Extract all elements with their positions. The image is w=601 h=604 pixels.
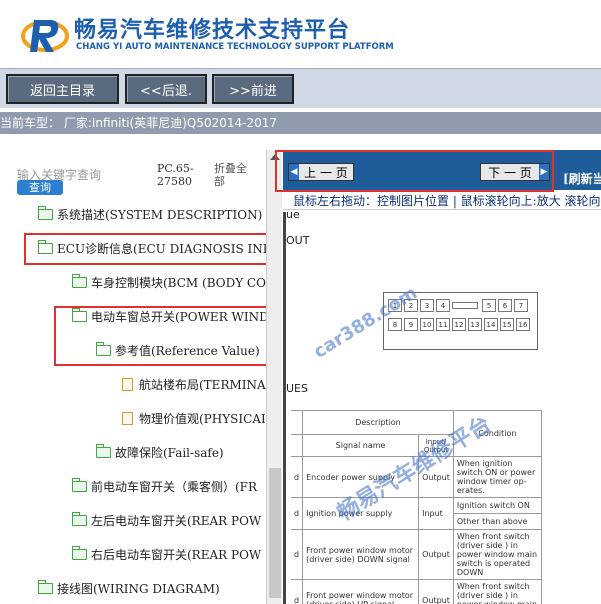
pc-code: PC.65-27580 bbox=[157, 162, 194, 188]
search-button[interactable]: 查询 bbox=[17, 180, 63, 195]
tree-item-system-description[interactable]: 系统描述(SYSTEM DESCRIPTION) bbox=[37, 204, 263, 224]
reference-value-table: Description Condition Signal name Input/… bbox=[291, 410, 542, 604]
connector-pin: 14 bbox=[484, 318, 498, 331]
table-row: d Front power window motor (driver side)… bbox=[291, 529, 542, 580]
back-button[interactable]: <<后退. bbox=[125, 74, 207, 104]
tree-item-terminal-layout[interactable]: 航站楼布局(TERMINA bbox=[122, 374, 266, 394]
site-subtitle: CHANG YI AUTO MAINTENANCE TECHNOLOGY SUP… bbox=[76, 42, 394, 52]
connector-pin: 9 bbox=[404, 318, 418, 331]
connector-pin: 10 bbox=[420, 318, 434, 331]
connector-pin: 3 bbox=[420, 299, 434, 312]
connector-pin: 6 bbox=[498, 299, 512, 312]
folder-icon bbox=[37, 579, 53, 594]
nav-bar: 返回主目录 <<后退. >>前进 bbox=[0, 68, 601, 108]
doc-fragment-out: OUT bbox=[286, 234, 310, 247]
connector-pin: 7 bbox=[514, 299, 528, 312]
tree-item-label: 接线图(WIRING DIAGRAM) bbox=[57, 581, 220, 596]
connector-pin: 16 bbox=[516, 318, 530, 331]
highlight-page-buttons bbox=[275, 150, 554, 192]
brand-logo-icon bbox=[21, 20, 69, 52]
folder-icon bbox=[71, 511, 87, 526]
tree-item-label: 右后电动车窗开关(REAR POW bbox=[91, 547, 262, 562]
tree-panel: 输入关键字查询 查询 PC.65-27580 折叠全部 系统描述(SYSTEM … bbox=[0, 150, 266, 604]
tree-item-label: 系统描述(SYSTEM DESCRIPTION) bbox=[57, 207, 263, 222]
highlight-ecu-diagnosis bbox=[24, 233, 268, 265]
tree-item-wiring-diagram[interactable]: 接线图(WIRING DIAGRAM) bbox=[37, 578, 220, 598]
document-icon bbox=[122, 377, 133, 391]
folder-icon bbox=[71, 477, 87, 492]
forward-button[interactable]: >>前进 bbox=[212, 74, 294, 104]
table-row: d Front power window motor (driver side)… bbox=[291, 579, 542, 604]
connector-pin: 8 bbox=[388, 318, 402, 331]
tree-item-label: 物理价值观(PHYSICAI bbox=[139, 411, 266, 426]
app-root: 畅易汽车维修技术支持平台 CHANG YI AUTO MAINTENANCE T… bbox=[0, 0, 601, 604]
tree-item-rear-right-switch[interactable]: 右后电动车窗开关(REAR POW bbox=[71, 544, 262, 564]
collapse-all-button[interactable]: 折叠全部 bbox=[214, 162, 254, 188]
connector-pin: 12 bbox=[452, 318, 466, 331]
tree-item-label: 故障保险(Fail-safe) bbox=[115, 445, 224, 460]
connector-pin: 4 bbox=[436, 299, 450, 312]
home-button[interactable]: 返回主目录 bbox=[6, 74, 119, 104]
document-viewer: ◀ 上 一 页 下 一 页 ▶ [刷新当 鼠标左右拖动：控制图片位置 | 鼠标滚… bbox=[283, 150, 601, 604]
connector-pin: 13 bbox=[468, 318, 482, 331]
tree-item-label: 航站楼布局(TERMINA bbox=[139, 377, 266, 392]
connector-pin: 11 bbox=[436, 318, 450, 331]
current-car-label: 当前车型： 厂家:Infiniti(英菲尼迪)Q502014-2017 bbox=[0, 112, 601, 134]
viewer-hint: 鼠标左右拖动：控制图片位置 | 鼠标滚轮向上:放大 滚轮向 bbox=[283, 192, 601, 210]
site-title: 畅易汽车维修技术支持平台 bbox=[74, 18, 351, 43]
site-header: 畅易汽车维修技术支持平台 CHANG YI AUTO MAINTENANCE T… bbox=[0, 0, 601, 68]
connector-key bbox=[452, 302, 478, 309]
connector-pin: 15 bbox=[500, 318, 514, 331]
tree-item-label: 前电动车窗开关（乘客侧）(FR bbox=[91, 479, 258, 494]
table-header-description: Description bbox=[302, 410, 454, 435]
table-row: d Ignition power supply Input Ignition s… bbox=[291, 497, 542, 530]
folder-icon bbox=[71, 545, 87, 560]
doc-fragment-ues: UES bbox=[286, 382, 308, 395]
folder-icon bbox=[37, 205, 53, 220]
tree-item-fail-safe[interactable]: 故障保险(Fail-safe) bbox=[95, 442, 224, 462]
folder-icon bbox=[95, 443, 111, 458]
tree-item-label: 车身控制模块(BCM (BODY CO bbox=[91, 275, 266, 290]
scrollbar-thumb[interactable] bbox=[269, 468, 281, 598]
tree-item-label: 左后电动车窗开关(REAR POW bbox=[91, 513, 262, 528]
tree-item-physical-values[interactable]: 物理价值观(PHYSICAI bbox=[122, 408, 266, 428]
doc-fragment-ue: ue bbox=[286, 208, 300, 221]
document-page-image[interactable]: ue OUT 1 2 3 4 5 6 7 8 9 10 11 12 13 14 … bbox=[283, 208, 601, 604]
refresh-link[interactable]: [刷新当 bbox=[563, 170, 601, 187]
folder-icon bbox=[71, 273, 87, 288]
highlight-power-window-reference bbox=[54, 306, 268, 366]
document-icon bbox=[122, 411, 133, 425]
table-header-signal: Signal name bbox=[302, 434, 420, 457]
connector-pin: 5 bbox=[482, 299, 496, 312]
tree-item-bcm[interactable]: 车身控制模块(BCM (BODY CO bbox=[71, 272, 266, 292]
tree-scrollbar[interactable] bbox=[266, 150, 282, 604]
tree-item-rear-left-switch[interactable]: 左后电动车窗开关(REAR POW bbox=[71, 510, 262, 530]
tree-item-front-passenger-switch[interactable]: 前电动车窗开关（乘客侧）(FR bbox=[71, 476, 258, 496]
